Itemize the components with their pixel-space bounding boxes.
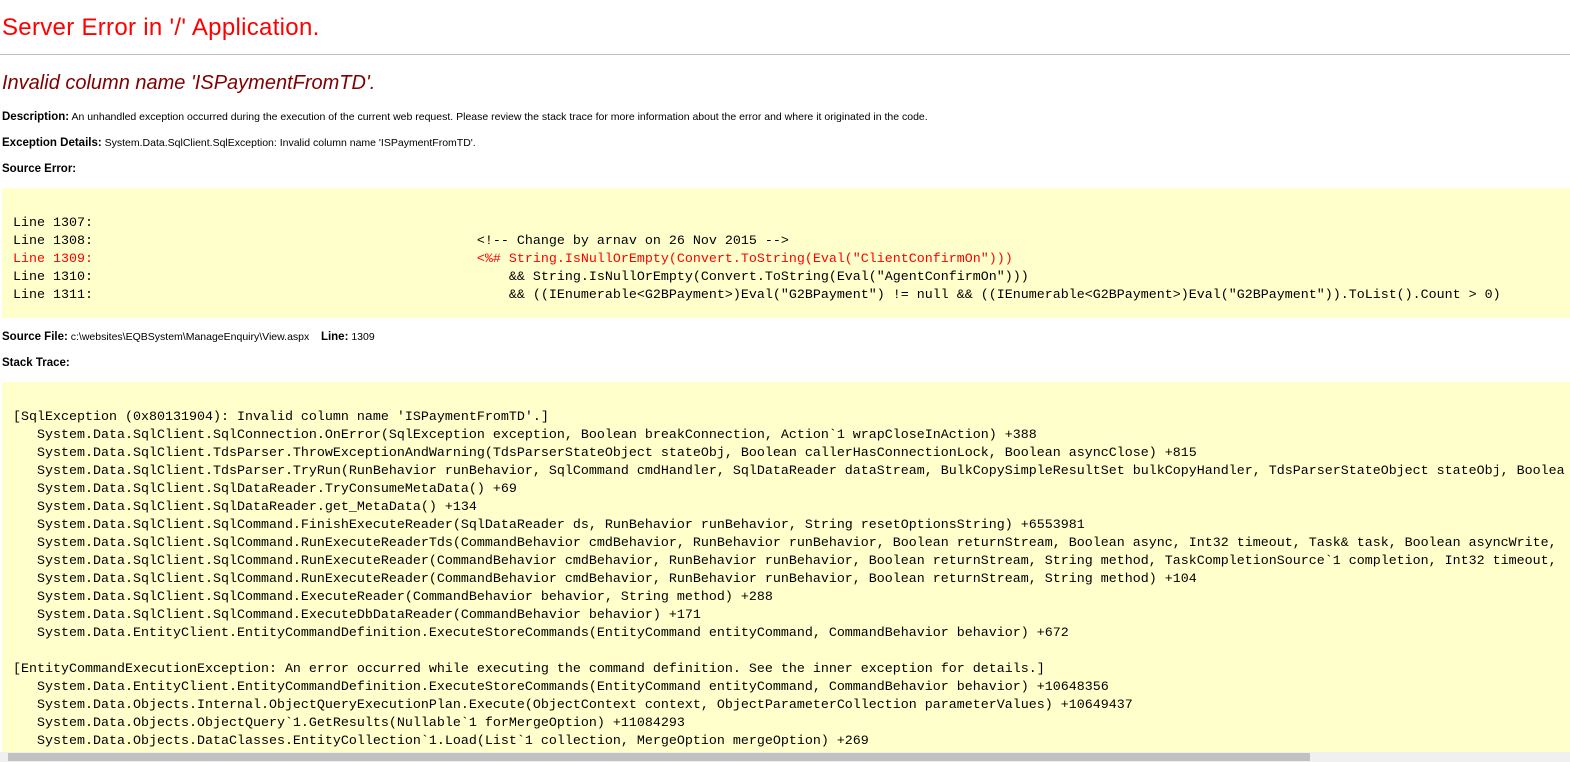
stack-trace-line: System.Data.SqlClient.SqlDataReader.TryC… (13, 482, 517, 497)
scrollbar-thumb[interactable] (8, 753, 1310, 761)
description-text: An unhandled exception occurred during t… (71, 111, 928, 123)
source-error-heading: Source Error: (2, 163, 76, 175)
stack-trace-line: System.Data.SqlClient.TdsParser.ThrowExc… (13, 446, 1197, 461)
stack-trace-line: [EntityCommandExecutionException: An err… (13, 662, 1045, 677)
stack-trace-line: System.Data.Objects.DataClasses.EntityCo… (13, 734, 869, 749)
stack-trace-line: System.Data.EntityClient.EntityCommandDe… (13, 626, 1069, 641)
stack-trace-heading: Stack Trace: (2, 357, 70, 369)
source-file-label: Source File: (2, 331, 68, 343)
exception-details-text: System.Data.SqlClient.SqlException: Inva… (104, 137, 476, 149)
source-file: Source File: c:\websites\EQBSystem\Manag… (2, 331, 375, 343)
stack-trace-line: System.Data.SqlClient.TdsParser.TryRun(R… (13, 464, 1565, 479)
stack-trace-line: System.Data.SqlClient.SqlCommand.Execute… (13, 590, 773, 605)
stack-trace-line: System.Data.SqlClient.SqlCommand.FinishE… (13, 518, 1085, 533)
stack-trace-line: System.Data.SqlClient.SqlCommand.RunExec… (13, 536, 1557, 551)
exception-details: Exception Details: System.Data.SqlClient… (2, 137, 476, 149)
source-error-label: Source Error: (2, 163, 77, 175)
source-line: Line 1307: (13, 216, 93, 231)
stack-trace-line: System.Data.SqlClient.SqlCommand.RunExec… (13, 572, 1197, 587)
error-heading: Invalid column name 'ISPaymentFromTD'. (2, 72, 376, 94)
stack-trace-line: System.Data.SqlClient.SqlConnection.OnEr… (13, 428, 1037, 443)
stack-trace-line: System.Data.Objects.Internal.ObjectQuery… (13, 698, 1133, 713)
stack-trace-line: System.Data.EntityClient.EntityCommandDe… (13, 680, 1109, 695)
page-title: Server Error in '/' Application. (2, 14, 320, 41)
source-line: Line 1308: <!-- Change by arnav on 26 No… (13, 234, 789, 249)
stack-trace-line (13, 643, 1570, 661)
stack-trace-box: [SqlException (0x80131904): Invalid colu… (2, 382, 1570, 752)
line-label: Line: (320, 331, 349, 343)
stack-trace-line: System.Data.SqlClient.SqlDataReader.get_… (13, 500, 477, 515)
line-number: 1309 (351, 331, 375, 343)
stack-trace-line: [SqlException (0x80131904): Invalid colu… (13, 410, 549, 425)
description: Description: An unhandled exception occu… (2, 111, 928, 123)
source-file-path: c:\websites\EQBSystem\ManageEnquiry\View… (70, 331, 310, 343)
stack-trace-line: System.Data.SqlClient.SqlCommand.Execute… (13, 608, 701, 623)
stack-trace-line: System.Data.Objects.ObjectQuery`1.GetRes… (13, 716, 685, 731)
source-line: Line 1311: && ((IEnumerable<G2BPayment>)… (13, 288, 1501, 303)
exception-details-label: Exception Details: (2, 137, 102, 149)
source-line: Line 1310: && String.IsNullOrEmpty(Conve… (13, 270, 1029, 285)
stack-trace-label: Stack Trace: (2, 357, 70, 369)
source-line-error: Line 1309: <%# String.IsNullOrEmpty(Conv… (13, 252, 1013, 267)
stack-trace-line: System.Data.SqlClient.SqlCommand.RunExec… (13, 554, 1557, 569)
divider (0, 54, 1570, 55)
horizontal-scrollbar[interactable] (0, 752, 1570, 762)
source-error-box: Line 1307: Line 1308: <!-- Change by arna… (2, 188, 1570, 318)
description-label: Description: (2, 111, 70, 123)
